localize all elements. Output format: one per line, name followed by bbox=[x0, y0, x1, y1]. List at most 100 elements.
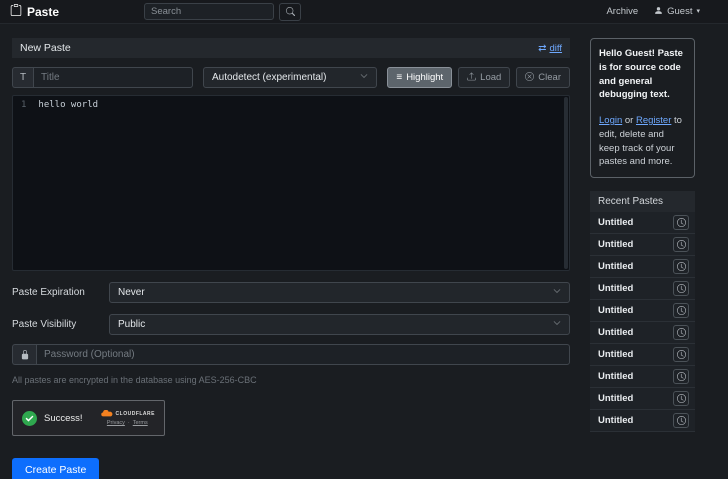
history-button[interactable] bbox=[673, 391, 689, 407]
recent-paste-item[interactable]: Untitled bbox=[590, 256, 695, 279]
visibility-select[interactable]: Public bbox=[109, 314, 570, 335]
panel-header: New Paste ⇄ diff bbox=[12, 38, 570, 58]
expiration-value: Never bbox=[118, 287, 145, 298]
title-addon: T bbox=[12, 67, 33, 88]
clock-icon bbox=[676, 303, 686, 318]
password-input[interactable] bbox=[36, 344, 570, 365]
diff-icon: ⇄ bbox=[538, 42, 547, 54]
user-menu[interactable]: Guest ▾ bbox=[654, 6, 700, 18]
recent-paste-item[interactable]: Untitled bbox=[590, 278, 695, 301]
or-text: or bbox=[624, 115, 634, 127]
clock-icon bbox=[676, 347, 686, 362]
recent-paste-item[interactable]: Untitled bbox=[590, 388, 695, 411]
captcha-widget: Success! CLOUDFLARE Privacy · Terms bbox=[12, 400, 165, 436]
search-input[interactable] bbox=[144, 3, 275, 20]
recent-paste-label: Untitled bbox=[598, 261, 634, 273]
load-button[interactable]: Load bbox=[458, 67, 511, 88]
lock-icon bbox=[12, 344, 36, 365]
main-content: New Paste ⇄ diff T Autodetect (experimen… bbox=[0, 24, 728, 479]
history-button[interactable] bbox=[673, 369, 689, 385]
recent-paste-item[interactable]: Untitled bbox=[590, 322, 695, 345]
archive-link[interactable]: Archive bbox=[606, 6, 638, 17]
expiration-select[interactable]: Never bbox=[109, 282, 570, 303]
register-link[interactable]: Register bbox=[636, 115, 671, 126]
sidebar: Hello Guest! Paste is for source code an… bbox=[590, 38, 695, 479]
guest-info-bold: Hello Guest! Paste is for source code an… bbox=[599, 48, 683, 101]
login-link[interactable]: Login bbox=[599, 115, 622, 126]
recent-pastes-panel: Recent Pastes Untitled Untitled Untitled… bbox=[590, 191, 695, 433]
clear-label: Clear bbox=[538, 72, 561, 83]
visibility-value: Public bbox=[118, 319, 146, 330]
recent-paste-label: Untitled bbox=[598, 305, 634, 317]
history-button[interactable] bbox=[673, 215, 689, 231]
guest-info-box: Hello Guest! Paste is for source code an… bbox=[590, 38, 695, 179]
navbar: Paste Archive Guest ▾ bbox=[0, 0, 728, 24]
create-paste-button[interactable]: Create Paste bbox=[12, 458, 100, 479]
title-input[interactable] bbox=[33, 67, 193, 88]
clock-icon bbox=[676, 391, 686, 406]
clock-icon bbox=[676, 281, 686, 296]
editor-toolbar: ≡ Highlight Load Clear bbox=[387, 67, 570, 88]
clipboard-icon bbox=[10, 4, 22, 19]
list-icon: ≡ bbox=[396, 71, 403, 83]
history-button[interactable] bbox=[673, 325, 689, 341]
load-label: Load bbox=[480, 72, 502, 83]
clear-button[interactable]: Clear bbox=[516, 67, 570, 88]
panel-title: New Paste bbox=[20, 42, 71, 54]
recent-paste-label: Untitled bbox=[598, 283, 634, 295]
recent-paste-label: Untitled bbox=[598, 239, 634, 251]
clock-icon bbox=[676, 237, 686, 252]
upload-icon bbox=[467, 72, 477, 84]
brand-home-link[interactable]: Paste bbox=[10, 4, 59, 19]
title-input-group: T bbox=[12, 67, 193, 88]
recent-paste-label: Untitled bbox=[598, 349, 634, 361]
bullet-separator: · bbox=[127, 420, 130, 426]
history-button[interactable] bbox=[673, 303, 689, 319]
diff-label: diff bbox=[549, 42, 562, 54]
line-number: 1 bbox=[21, 100, 27, 110]
expiration-row: Paste Expiration Never bbox=[12, 282, 570, 303]
search-button[interactable] bbox=[279, 2, 302, 21]
expiration-label: Paste Expiration bbox=[12, 287, 85, 298]
code-editor[interactable]: 1 hello world bbox=[12, 95, 570, 271]
privacy-link[interactable]: Privacy bbox=[107, 420, 125, 426]
language-select-value: Autodetect (experimental) bbox=[211, 72, 327, 83]
recent-pastes-title: Recent Pastes bbox=[590, 191, 695, 213]
person-icon bbox=[654, 6, 663, 18]
recent-paste-label: Untitled bbox=[598, 393, 634, 405]
recent-paste-item[interactable]: Untitled bbox=[590, 366, 695, 389]
captcha-links: Privacy · Terms bbox=[107, 420, 148, 426]
x-circle-icon bbox=[525, 71, 535, 84]
clock-icon bbox=[676, 369, 686, 384]
highlight-button[interactable]: ≡ Highlight bbox=[387, 67, 453, 88]
recent-paste-item[interactable]: Untitled bbox=[590, 344, 695, 367]
history-button[interactable] bbox=[673, 237, 689, 253]
guest-info-links: Login or Register to edit, delete and ke… bbox=[599, 114, 686, 169]
chevron-down-icon bbox=[360, 72, 368, 83]
history-button[interactable] bbox=[673, 413, 689, 429]
brand-label: Paste bbox=[27, 4, 60, 19]
recent-paste-item[interactable]: Untitled bbox=[590, 300, 695, 323]
history-button[interactable] bbox=[673, 281, 689, 297]
terms-link[interactable]: Terms bbox=[133, 420, 148, 426]
history-button[interactable] bbox=[673, 259, 689, 275]
new-paste-panel: New Paste ⇄ diff T Autodetect (experimen… bbox=[12, 38, 570, 479]
recent-paste-item[interactable]: Untitled bbox=[590, 212, 695, 235]
diff-link[interactable]: ⇄ diff bbox=[538, 43, 562, 54]
language-select[interactable]: Autodetect (experimental) bbox=[202, 67, 378, 88]
clock-icon bbox=[676, 413, 686, 428]
recent-paste-item[interactable]: Untitled bbox=[590, 410, 695, 433]
captcha-status: Success! bbox=[44, 412, 83, 424]
paste-form-row: T Autodetect (experimental) ≡ Highlight bbox=[12, 67, 570, 88]
editor-scrollbar[interactable] bbox=[564, 97, 568, 269]
visibility-label: Paste Visibility bbox=[12, 319, 77, 330]
clock-icon bbox=[676, 215, 686, 230]
recent-paste-label: Untitled bbox=[598, 415, 634, 427]
cloudflare-wordmark: CLOUDFLARE bbox=[115, 411, 155, 417]
history-button[interactable] bbox=[673, 347, 689, 363]
recent-paste-item[interactable]: Untitled bbox=[590, 234, 695, 257]
user-label: Guest bbox=[667, 6, 693, 17]
code-text: hello world bbox=[38, 100, 99, 110]
search-icon bbox=[285, 4, 295, 19]
chevron-down-icon bbox=[553, 287, 561, 298]
